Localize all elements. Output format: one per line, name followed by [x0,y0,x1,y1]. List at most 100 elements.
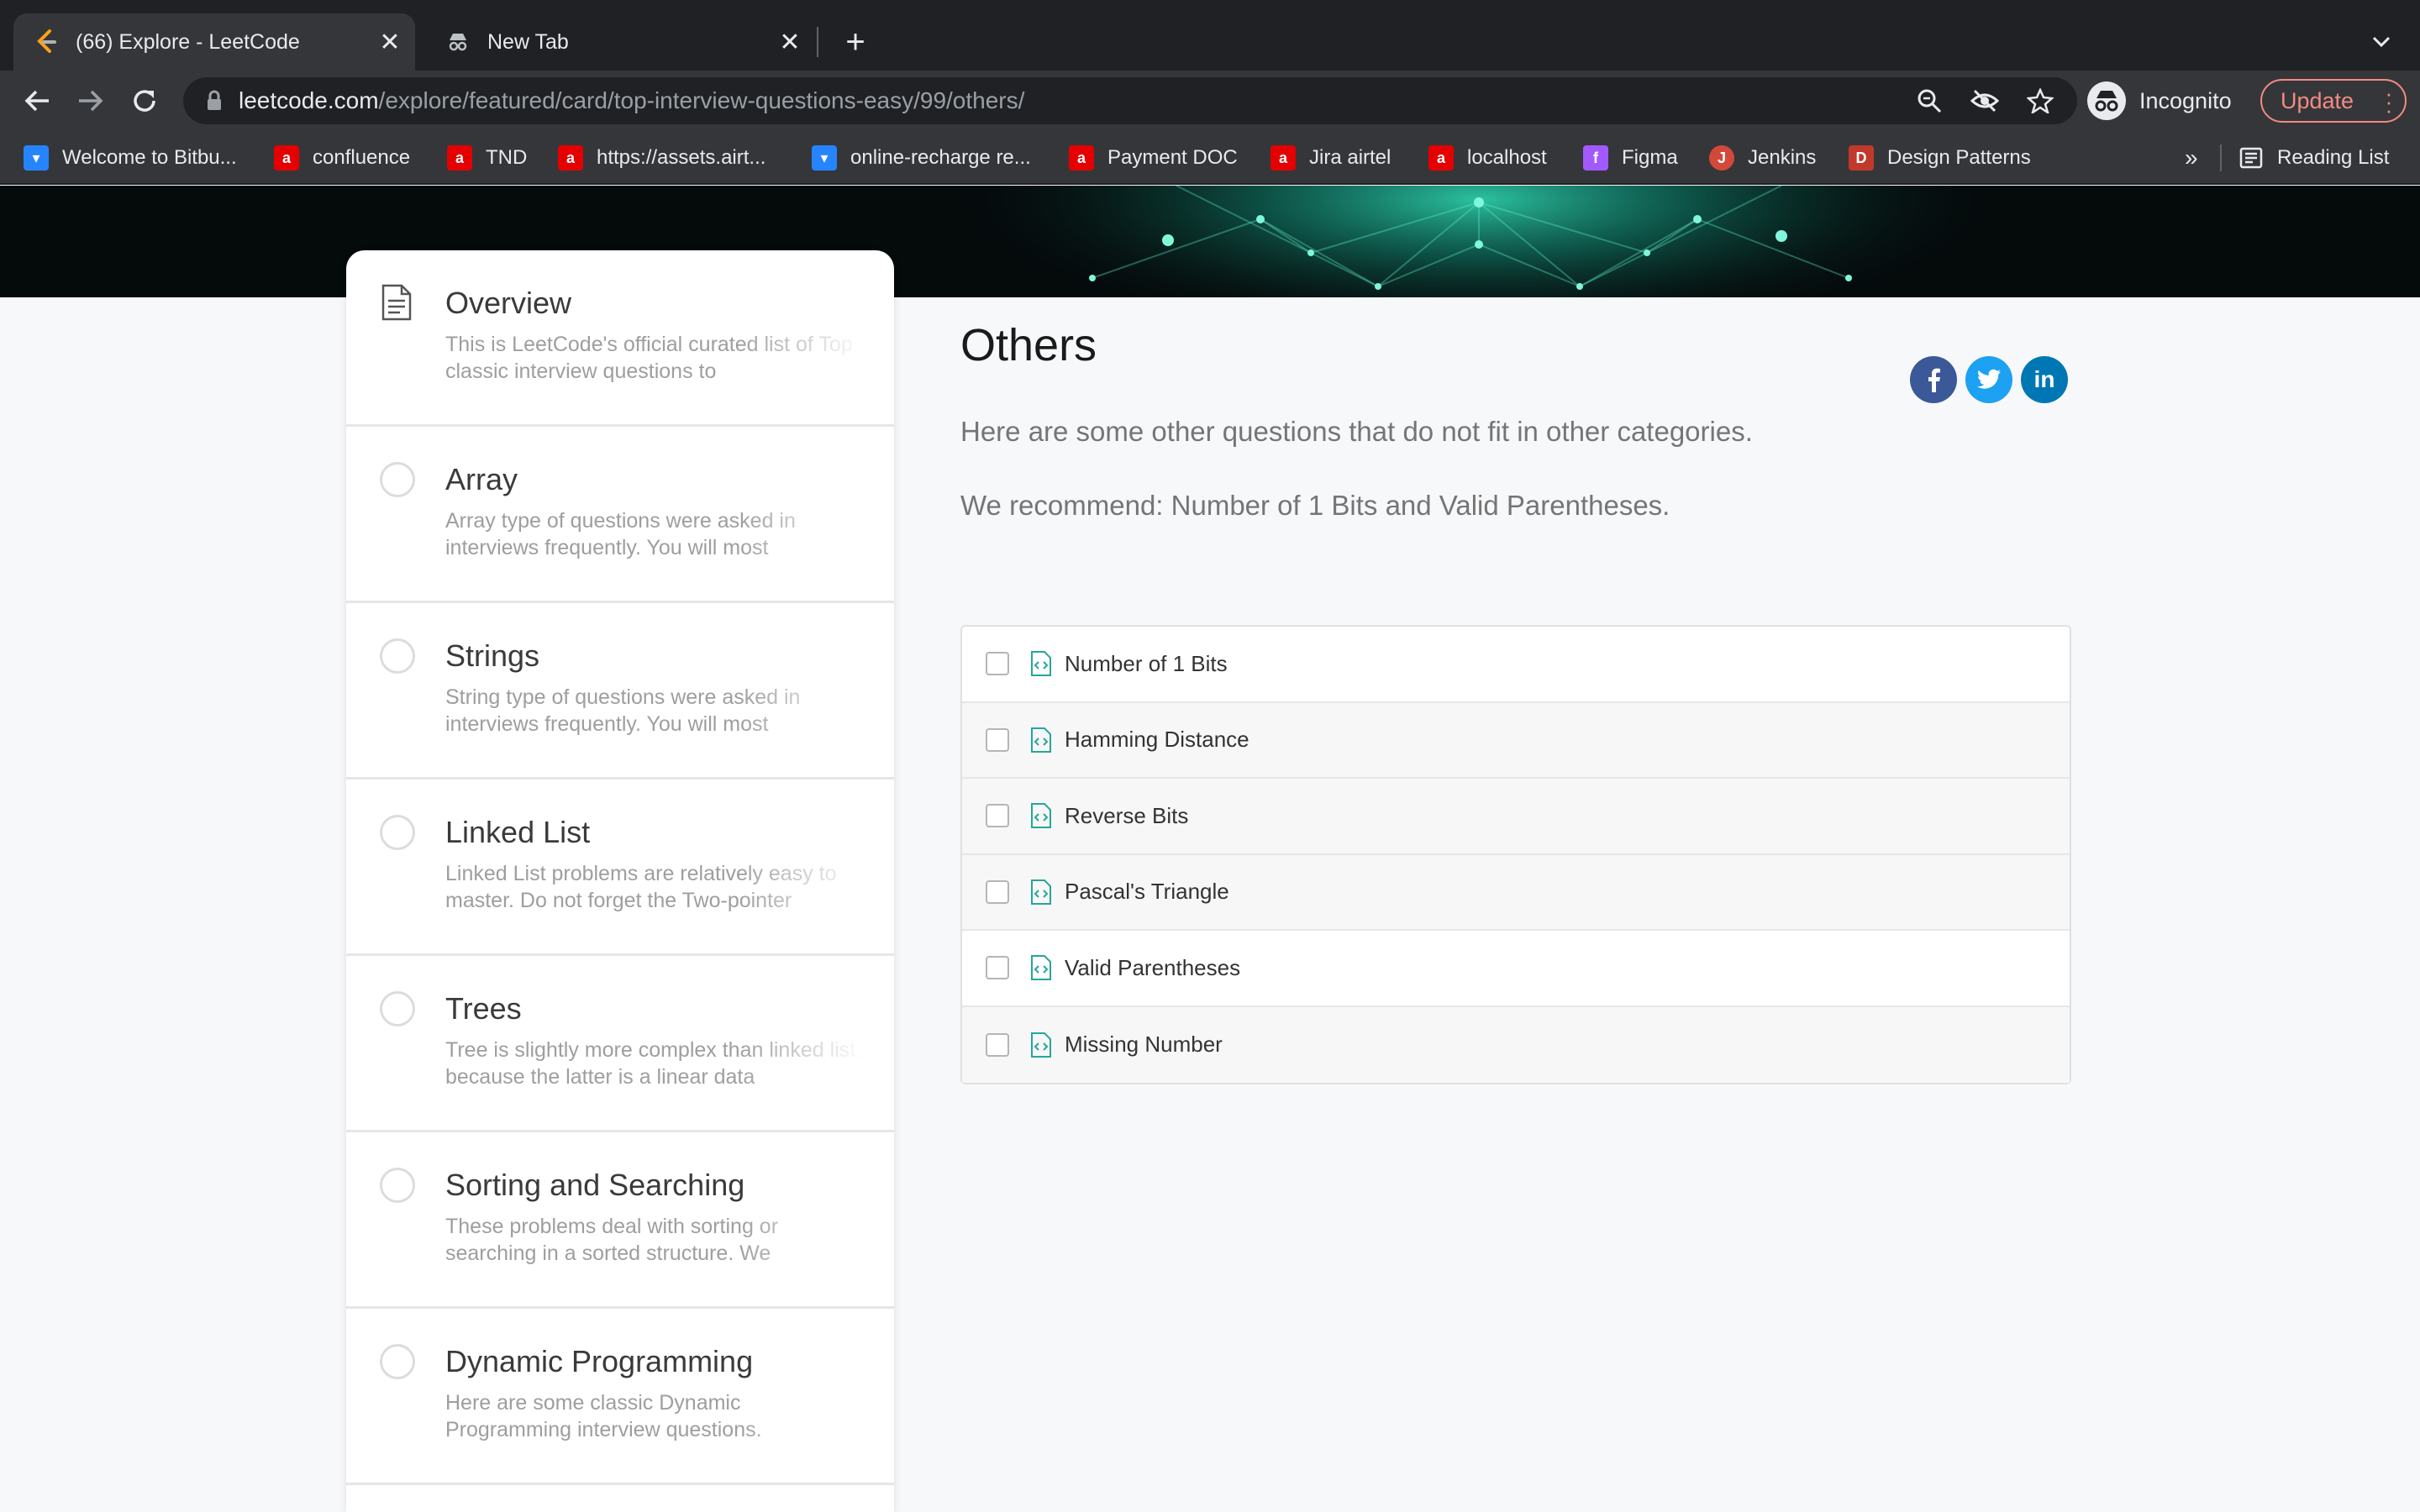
completion-checkbox[interactable] [986,727,1009,752]
bookmarks-overflow-button[interactable]: » [2185,141,2198,175]
url-host: leetcode.com [239,87,379,113]
new-tab-plus-icon[interactable]: + [837,24,874,60]
question-row[interactable]: Valid Parentheses [962,931,2070,1007]
bookmark-item[interactable]: D Design Patterns [1849,141,2031,175]
chapter-intro-text: Here are some other questions that do no… [960,416,1753,447]
code-file-icon [1031,879,1051,905]
chapter-strings[interactable]: Strings String type of questions were as… [346,603,894,780]
airtel-icon: a [558,145,583,171]
forward-arrow-icon[interactable] [72,82,109,119]
tab-search-chevron-icon[interactable] [2365,25,2398,59]
progress-circle-icon [380,638,415,674]
page-title: Others [960,320,1097,370]
tab-new-tab[interactable]: New Tab ✕ [425,13,815,71]
incognito-favicon-icon [445,29,471,55]
question-title[interactable]: Pascal's Triangle [1065,879,1229,905]
chapter-title: Array [445,462,518,496]
update-button[interactable]: Update · · · [2260,79,2407,123]
progress-circle-icon [380,815,415,850]
chapter-description: This is LeetCode's official curated list… [445,333,853,383]
twitter-icon[interactable] [1965,356,2012,403]
reload-icon[interactable] [126,82,163,119]
chapter-title: Trees [445,991,522,1026]
completion-checkbox[interactable] [986,652,1009,676]
close-tab-icon[interactable]: ✕ [775,27,805,57]
progress-circle-icon [380,991,415,1026]
chapter-linked-list[interactable]: Linked List Linked List problems are rel… [346,780,894,956]
question-title[interactable]: Hamming Distance [1065,727,1249,753]
question-row[interactable]: Hamming Distance [962,702,2070,779]
bookmark-label: Welcome to Bitbu... [62,146,237,169]
question-title[interactable]: Number of 1 Bits [1065,651,1228,677]
address-bar[interactable]: leetcode.com/explore/featured/card/top-i… [183,77,2077,124]
url-text[interactable]: leetcode.com/explore/featured/card/top-i… [239,87,1911,114]
close-tab-icon[interactable]: ✕ [375,27,405,57]
reading-list-button[interactable]: Reading List [2238,141,2389,175]
bookmark-item[interactable]: a TND [447,141,527,175]
reading-list-icon [2238,145,2264,171]
linkedin-icon[interactable]: in [2021,356,2068,403]
bookmarks-separator [2220,144,2222,171]
bookmark-item[interactable]: a localhost [1428,141,1547,175]
browser-toolbar: leetcode.com/explore/featured/card/top-i… [0,71,2420,131]
leetcode-favicon-icon [34,29,59,55]
chapter-title: Overview [445,286,572,320]
bitbucket-icon: ▾ [24,145,49,171]
completion-checkbox[interactable] [986,956,1009,980]
bookmark-item[interactable]: ▾ Welcome to Bitbu... [24,141,237,175]
completion-checkbox[interactable] [986,879,1009,904]
code-file-icon [1031,651,1051,677]
chapter-array[interactable]: Array Array type of questions were asked… [346,427,894,603]
airtel-icon: a [447,145,472,171]
tab-leetcode[interactable]: (66) Explore - LeetCode ✕ [13,13,415,71]
chapter-sorting-and-searching[interactable]: Sorting and Searching These problems dea… [346,1132,894,1309]
chapter-title: Linked List [445,815,591,849]
lock-icon[interactable] [202,88,227,113]
kebab-menu-icon[interactable]: · · · [2385,82,2393,121]
question-row[interactable]: Reverse Bits [962,779,2070,855]
bookmark-label: confluence [313,146,411,169]
document-icon [381,284,412,321]
chapter-description: String type of questions were asked in i… [445,685,801,736]
bookmark-label: Payment DOC [1107,146,1238,169]
chapter-dynamic-programming[interactable]: Dynamic Programming Here are some classi… [346,1309,894,1485]
chapter-overview[interactable]: Overview This is LeetCode's official cur… [346,250,894,427]
bookmark-item[interactable]: ▾ online-recharge re... [812,141,1031,175]
code-file-icon [1031,1032,1051,1058]
bookmark-item[interactable]: a confluence [274,141,410,175]
eye-off-icon[interactable] [1966,82,2003,119]
chapter-description: Linked List problems are relatively easy… [445,862,837,912]
bookmark-item[interactable]: f Figma [1583,141,1678,175]
tab-title: New Tab [487,29,569,54]
code-file-icon [1031,727,1051,753]
completion-checkbox[interactable] [986,804,1009,828]
figma-icon: f [1583,145,1608,171]
bookmark-item[interactable]: J Jenkins [1709,141,1816,175]
question-title[interactable]: Missing Number [1065,1032,1223,1058]
chapter-sidebar: Overview This is LeetCode's official cur… [346,250,894,1512]
question-title[interactable]: Valid Parentheses [1065,955,1240,981]
bookmark-label: Design Patterns [1887,146,2031,169]
completion-checkbox[interactable] [986,1032,1009,1057]
question-title[interactable]: Reverse Bits [1065,803,1188,829]
chapter-description: These problems deal with sorting or sear… [445,1215,779,1265]
bookmark-star-icon[interactable] [2022,82,2059,119]
facebook-icon[interactable] [1910,356,1957,403]
bookmark-label: TND [486,146,528,169]
share-buttons: in [1910,356,2068,403]
zoom-icon[interactable] [1911,82,1948,119]
chapter-trees[interactable]: Trees Tree is slightly more complex than… [346,956,894,1132]
code-file-icon [1031,803,1051,829]
question-row[interactable]: Pascal's Triangle [962,854,2070,931]
bookmark-item[interactable]: a https://assets.airt... [558,141,765,175]
bookmark-item[interactable]: a Payment DOC [1069,141,1238,175]
bitbucket-icon: ▾ [812,145,837,171]
incognito-indicator[interactable]: Incognito [2087,79,2232,123]
bookmark-label: localhost [1467,146,1547,169]
back-arrow-icon[interactable] [18,82,55,119]
jenkins-icon: J [1709,145,1734,171]
question-row[interactable]: Number of 1 Bits [962,627,2070,703]
question-row[interactable]: Missing Number [962,1006,2070,1083]
bookmark-item[interactable]: a Jira airtel [1270,141,1391,175]
bookmark-label: Figma [1622,146,1678,169]
